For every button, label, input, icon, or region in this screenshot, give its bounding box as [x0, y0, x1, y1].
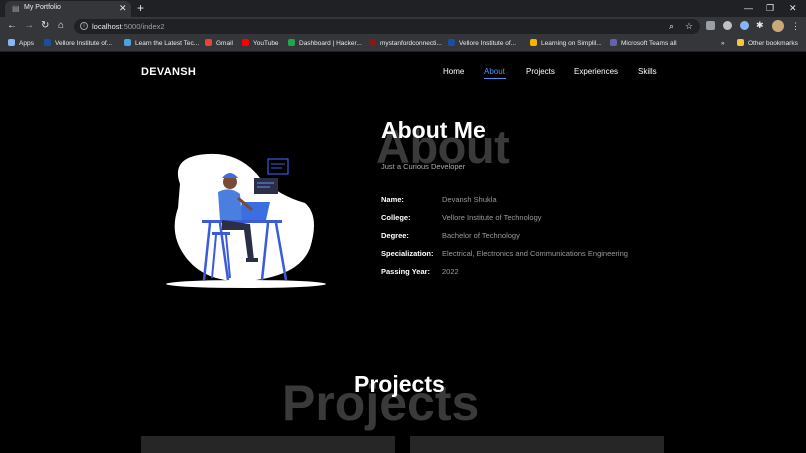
browser-toolbar: ← → ↻ ⌂ i localhost:5000/index2 ⌕ ☆ ✱ ⋮	[0, 17, 806, 36]
reload-icon[interactable]: ↻	[41, 20, 49, 32]
bookmark-favicon-icon	[530, 39, 537, 46]
about-subtitle: Just a Curious Developer	[381, 162, 466, 171]
bookmark-item[interactable]: Gmail	[205, 39, 233, 49]
new-tab-button[interactable]: +	[137, 1, 144, 15]
active-nav-underline	[484, 78, 506, 79]
nav-experiences[interactable]: Experiences	[574, 67, 618, 76]
bookmark-item[interactable]: Dashboard | Hacker...	[288, 39, 362, 49]
menu-icon[interactable]: ⋮	[791, 20, 800, 32]
forward-icon[interactable]: →	[24, 20, 34, 32]
site-info-icon[interactable]: i	[80, 22, 88, 30]
bookmark-star-icon[interactable]: ☆	[685, 21, 693, 32]
extension-icon[interactable]	[740, 21, 749, 30]
extension-icon[interactable]	[723, 21, 732, 30]
person-shoe	[246, 258, 258, 262]
zoom-icon[interactable]: ⌕	[669, 21, 674, 32]
page-viewport: DEVANSH Home About Projects Experiences …	[0, 52, 806, 453]
info-label: Passing Year:	[381, 267, 431, 276]
bookmark-item[interactable]: Learning on Simplil...	[530, 39, 602, 49]
minimize-icon[interactable]: —	[744, 2, 753, 14]
info-value: Vellore Institute of Technology	[442, 213, 542, 222]
project-card[interactable]	[141, 436, 395, 453]
nav-home[interactable]: Home	[443, 67, 464, 76]
person-shirt	[218, 189, 242, 220]
address-bar[interactable]: i localhost:5000/index2 ⌕ ☆	[74, 19, 700, 34]
project-card[interactable]	[410, 436, 664, 453]
apps-grid-icon	[8, 39, 15, 46]
code-panel	[254, 178, 278, 194]
info-label: Specialization:	[381, 249, 434, 258]
tab-strip: ▤ My Portfolio ✕ + — ❐ ✕	[0, 0, 806, 17]
teams-icon	[610, 39, 617, 46]
code-window-icon	[267, 158, 289, 175]
extensions-puzzle-icon[interactable]: ✱	[756, 20, 764, 31]
tab-favicon-icon: ▤	[12, 4, 20, 13]
bookmarks-overflow-icon[interactable]: »	[721, 39, 725, 49]
projects-title: Projects	[354, 371, 445, 397]
browser-tab[interactable]: ▤ My Portfolio ✕	[5, 1, 131, 17]
bookmark-item[interactable]: Vellore Institute of...	[44, 39, 112, 49]
extension-icon[interactable]	[706, 21, 715, 30]
bookmark-item[interactable]: Vellore Institute of...	[448, 39, 516, 49]
desk-top	[202, 220, 282, 223]
laptop	[238, 202, 270, 220]
profile-avatar[interactable]	[772, 20, 784, 32]
info-value: Bachelor of Technology	[442, 231, 520, 240]
gmail-icon	[205, 39, 212, 46]
about-title: About Me	[381, 117, 486, 143]
bookmark-item[interactable]: YouTube	[242, 39, 279, 49]
info-value: 2022	[442, 267, 459, 276]
window-close-icon[interactable]: ✕	[789, 2, 797, 14]
info-value: Devansh Shukla	[442, 195, 497, 204]
site-brand[interactable]: DEVANSH	[141, 66, 196, 78]
bookmark-item[interactable]: Apps	[8, 39, 34, 49]
tab-close-icon[interactable]: ✕	[119, 3, 127, 13]
url-text[interactable]: localhost:5000/index2	[92, 22, 165, 31]
bookmark-item[interactable]: Learn the Latest Tec...	[124, 39, 199, 49]
chair-seat	[212, 232, 230, 235]
nav-about[interactable]: About	[484, 67, 505, 76]
bookmark-favicon-icon	[288, 39, 295, 46]
home-icon[interactable]: ⌂	[58, 20, 64, 32]
developer-illustration	[166, 153, 326, 288]
back-icon[interactable]: ←	[7, 20, 17, 32]
info-label: Degree:	[381, 231, 409, 240]
youtube-icon	[242, 39, 249, 46]
bookmark-favicon-icon	[448, 39, 455, 46]
bookmark-favicon-icon	[124, 39, 131, 46]
info-value: Electrical, Electronics and Communicatio…	[442, 249, 628, 258]
bookmark-favicon-icon	[44, 39, 51, 46]
bookmark-item[interactable]: Microsoft Teams all	[610, 39, 677, 49]
info-label: College:	[381, 213, 411, 222]
bookmarks-bar: Apps Vellore Institute of... Learn the L…	[0, 36, 806, 52]
other-bookmarks[interactable]: Other bookmarks	[737, 39, 798, 49]
nav-skills[interactable]: Skills	[638, 67, 657, 76]
floor-shadow	[166, 280, 326, 288]
nav-projects[interactable]: Projects	[526, 67, 555, 76]
restore-icon[interactable]: ❐	[766, 2, 774, 14]
bookmark-favicon-icon	[369, 39, 376, 46]
info-label: Name:	[381, 195, 404, 204]
tab-title: My Portfolio	[24, 4, 61, 11]
bookmark-item[interactable]: mystanfordconnecti...	[369, 39, 442, 49]
folder-icon	[737, 39, 744, 46]
